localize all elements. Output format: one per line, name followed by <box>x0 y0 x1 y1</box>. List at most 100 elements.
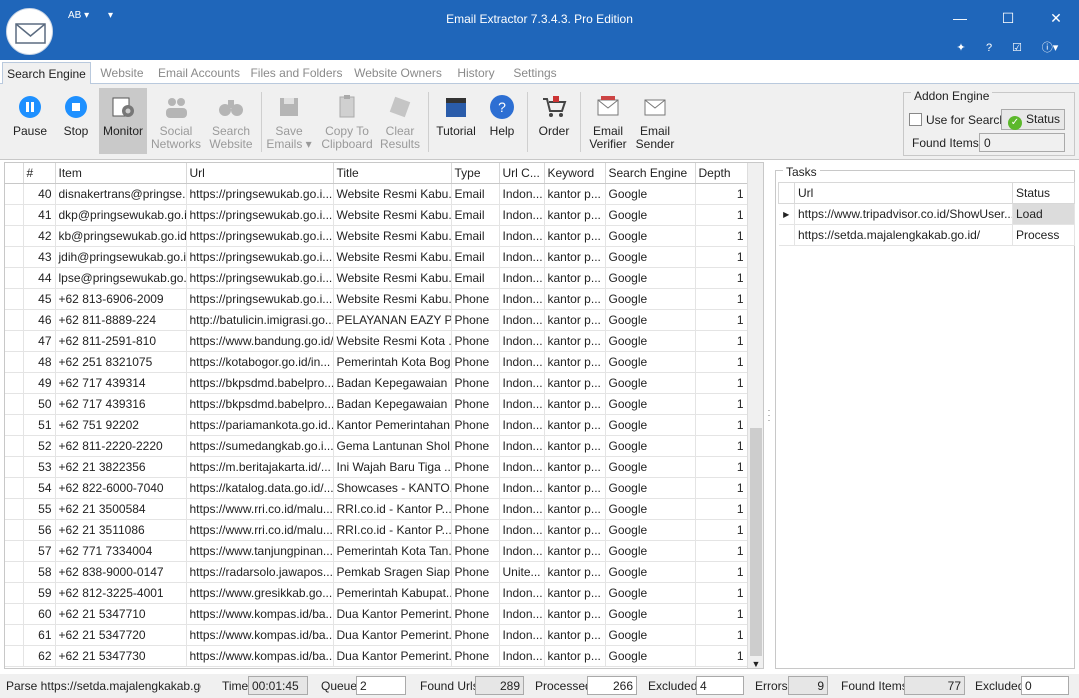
url-country-cell: Indon... <box>499 393 545 415</box>
lightbulb-icon[interactable]: ✦ <box>953 40 969 56</box>
tutorial-button[interactable]: Tutorial <box>434 88 478 154</box>
item-cell: +62 813-6906-2009 <box>55 288 187 310</box>
title-cell: Badan Kepegawaian ... <box>333 393 452 415</box>
scrollbar-thumb[interactable] <box>750 428 762 656</box>
column-header-url-country[interactable]: Url C... <box>499 163 545 184</box>
save-emails-button[interactable]: Save Emails ▾ <box>266 88 312 154</box>
monitor-button[interactable]: Monitor <box>99 88 147 154</box>
maximize-button[interactable]: ☐ <box>993 8 1023 28</box>
column-header-number[interactable]: # <box>23 163 56 184</box>
stop-button[interactable]: Stop <box>56 88 96 154</box>
scroll-down-arrow-icon[interactable]: ▼ <box>748 659 763 668</box>
column-header-url[interactable]: Url <box>186 163 334 184</box>
email-verifier-button[interactable]: Email Verifier <box>586 88 630 154</box>
row-indicator <box>5 183 24 205</box>
results-panel: # Item Url Title Type Url C... Keyword S… <box>4 162 764 669</box>
column-header-item[interactable]: Item <box>55 163 187 184</box>
tab-website-owners[interactable]: Website Owners <box>352 62 444 85</box>
url-country-cell: Indon... <box>499 540 545 562</box>
errors-label: Errors <box>755 679 788 693</box>
copy-to-clipboard-button[interactable]: Copy To Clipboard <box>320 88 374 154</box>
tab-search-engine[interactable]: Search Engine <box>2 62 91 85</box>
type-cell: Phone <box>451 435 500 457</box>
column-header-type[interactable]: Type <box>451 163 500 184</box>
tab-files-and-folders[interactable]: Files and Folders <box>250 62 343 85</box>
panel-splitter[interactable]: · · · <box>766 406 772 425</box>
table-row[interactable]: 44 lpse@pringsewukab.go.id https://pringse… <box>5 267 748 289</box>
table-row[interactable]: 43 jdih@pringsewukab.go.id https://pringse… <box>5 246 748 268</box>
pause-button[interactable]: Pause <box>10 88 50 154</box>
search-website-button[interactable]: Search Website <box>206 88 256 154</box>
depth-cell: 1 <box>695 183 748 205</box>
row-number: 58 <box>23 561 56 583</box>
table-row[interactable]: 46 +62 811-8889-224 http://batulicin.imigr… <box>5 309 748 331</box>
table-row[interactable]: 55 +62 21 3500584 https://www.rri.co.id/ma… <box>5 498 748 520</box>
keyword-cell: kantor p... <box>544 372 606 394</box>
type-cell: Phone <box>451 603 500 625</box>
help-circle-icon[interactable]: ? <box>981 40 997 56</box>
table-row[interactable]: 51 +62 751 92202 https://pariamankota.go.i… <box>5 414 748 436</box>
table-row[interactable]: 50 +62 717 439316 https://bkpsdmd.babelpro… <box>5 393 748 415</box>
tasks-column-header-status[interactable]: Status <box>1012 182 1075 204</box>
results-vertical-scrollbar[interactable]: ▼ <box>747 163 763 668</box>
table-row[interactable]: 56 +62 21 3511086 https://www.rri.co.id/ma… <box>5 519 748 541</box>
table-row[interactable]: 53 +62 21 3822356 https://m.beritajakarta.… <box>5 456 748 478</box>
table-row[interactable]: 42 kb@pringsewukab.go.id https://pringsewu… <box>5 225 748 247</box>
help-button[interactable]: ? Help <box>482 88 522 154</box>
tab-settings[interactable]: Settings <box>509 62 561 85</box>
info-dropdown-icon[interactable]: ⓘ▾ <box>1037 40 1063 56</box>
checklist-icon[interactable]: ☑ <box>1009 40 1025 56</box>
column-header-search-engine[interactable]: Search Engine <box>605 163 696 184</box>
row-indicator <box>5 351 24 373</box>
addon-status-button[interactable]: ✓ Status <box>1001 109 1065 130</box>
table-row[interactable]: 40 disnakertrans@pringse... https://prings… <box>5 183 748 205</box>
tab-website[interactable]: Website <box>95 62 149 85</box>
table-row[interactable]: 49 +62 717 439314 https://bkpsdmd.babelpro… <box>5 372 748 394</box>
order-button[interactable]: Order <box>533 88 575 154</box>
title-cell: Dua Kantor Pemerint... <box>333 603 452 625</box>
url-country-cell: Indon... <box>499 582 545 604</box>
url-cell: https://sumedangkab.go.i... <box>186 435 334 457</box>
task-row[interactable]: ▶ https://www.tripadvisor.co.id/ShowUser… <box>778 203 1075 225</box>
url-cell: https://pringsewukab.go.i... <box>186 225 334 247</box>
url-country-cell: Indon... <box>499 204 545 226</box>
minimize-button[interactable]: — <box>945 8 975 28</box>
column-header-title[interactable]: Title <box>333 163 452 184</box>
column-header-keyword[interactable]: Keyword <box>544 163 606 184</box>
column-header-depth[interactable]: Depth <box>695 163 748 184</box>
table-row[interactable]: 52 +62 811-2220-2220 https://sumedangkab.g… <box>5 435 748 457</box>
tasks-column-header-url[interactable]: Url <box>794 182 1013 204</box>
task-row[interactable]: https://setda.majalengkakab.go.id/ Proce… <box>778 224 1075 246</box>
table-row[interactable]: 62 +62 21 5347730 https://www.kompas.id/ba… <box>5 645 748 667</box>
processed-field: 266 <box>587 676 637 695</box>
table-row[interactable]: 58 +62 838-9000-0147 https://radarsolo.jaw… <box>5 561 748 583</box>
table-row[interactable]: 54 +62 822-6000-7040 https://katalog.data.… <box>5 477 748 499</box>
tab-history[interactable]: History <box>452 62 500 85</box>
close-button[interactable]: ✕ <box>1041 8 1071 28</box>
social-networks-button[interactable]: Social Networks <box>150 88 202 154</box>
tab-email-accounts[interactable]: Email Accounts <box>157 62 241 85</box>
depth-cell: 1 <box>695 645 748 667</box>
table-row[interactable]: 48 +62 251 8321075 https://kotabogor.go.id… <box>5 351 748 373</box>
url-country-cell: Unite... <box>499 561 545 583</box>
use-for-search-checkbox[interactable] <box>909 113 922 126</box>
email-sender-button[interactable]: Email Sender <box>633 88 677 154</box>
table-row[interactable]: 60 +62 21 5347710 https://www.kompas.id/ba… <box>5 603 748 625</box>
item-cell: jdih@pringsewukab.go.id <box>55 246 187 268</box>
row-indicator <box>5 456 24 478</box>
table-row[interactable]: 57 +62 771 7334004 https://www.tanjungpina… <box>5 540 748 562</box>
row-indicator <box>5 645 24 667</box>
table-row[interactable]: 59 +62 812-3225-4001 https://www.gresikkab… <box>5 582 748 604</box>
url-country-cell: Indon... <box>499 351 545 373</box>
table-row[interactable]: 45 +62 813-6906-2009 https://pringsewukab.… <box>5 288 748 310</box>
table-row[interactable]: 47 +62 811-2591-810 https://www.bandung.go… <box>5 330 748 352</box>
depth-cell: 1 <box>695 246 748 268</box>
url-country-cell: Indon... <box>499 246 545 268</box>
row-number: 48 <box>23 351 56 373</box>
clear-results-button[interactable]: Clear Results <box>378 88 422 154</box>
search-engine-cell: Google <box>605 393 696 415</box>
url-cell: https://www.bandung.go.id/ <box>186 330 334 352</box>
url-country-cell: Indon... <box>499 603 545 625</box>
table-row[interactable]: 41 dkp@pringsewukab.go.id https://pringsew… <box>5 204 748 226</box>
table-row[interactable]: 61 +62 21 5347720 https://www.kompas.id/ba… <box>5 624 748 646</box>
